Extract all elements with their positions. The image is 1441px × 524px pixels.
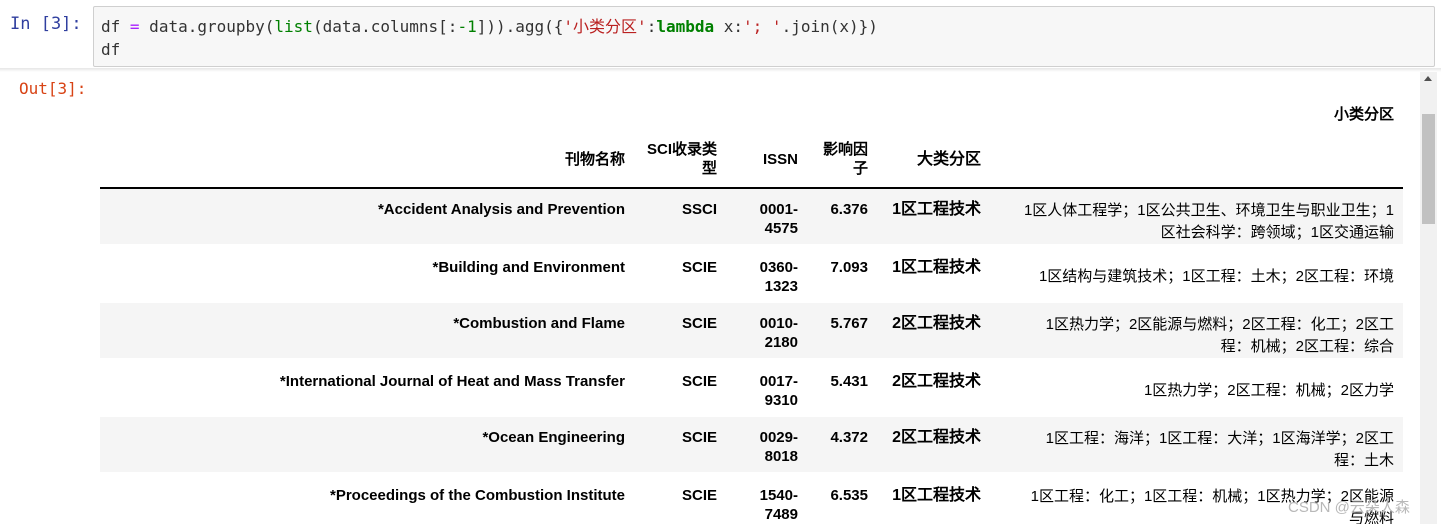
cell-name: *Ocean Engineering: [482, 429, 625, 446]
cell-impact: 4.372: [830, 429, 868, 446]
issn-part: 7489: [764, 506, 798, 523]
code-token-keyword: lambda: [656, 17, 715, 36]
cell-type: SCIE: [681, 487, 717, 504]
cell-name: *Combustion and Flame: [453, 315, 625, 332]
cell-big-zone: 2区工程技术: [892, 373, 981, 390]
code-token-operator: =: [129, 17, 140, 36]
column-header-sci-type: SCI收录类 型: [647, 140, 717, 178]
scrollbar-thumb[interactable]: [1422, 114, 1435, 224]
column-header-name: 刊物名称: [564, 151, 625, 168]
header-line: 影响因: [822, 141, 868, 158]
issn-part: 4575: [764, 220, 798, 237]
cell-impact: 6.376: [830, 201, 868, 218]
code-token: df: [101, 17, 130, 36]
code-token: ])).agg({: [476, 17, 564, 36]
cell-impact: 5.431: [830, 373, 868, 390]
small-zone-line: 1区热力学；2区能源与燃料；2区工程：化工；2区工: [1045, 316, 1394, 333]
cell-small-zone: 1区结构与建筑技术；1区工程：土木；2区工程：环境: [989, 266, 1394, 288]
column-header-big-zone: 大类分区: [916, 151, 981, 168]
cell-impact: 6.535: [830, 487, 868, 504]
cell-name: *International Journal of Heat and Mass …: [279, 373, 625, 390]
code-token: (data.columns[:: [312, 17, 458, 36]
cell-name: *Proceedings of the Combustion Institute: [329, 487, 625, 504]
issn-part: 9310: [764, 392, 798, 409]
vertical-scrollbar[interactable]: [1420, 72, 1437, 524]
table-row[interactable]: *International Journal of Heat and Mass …: [100, 361, 1403, 416]
triangle-up-icon[interactable]: [1424, 76, 1432, 81]
watermark: CSDN @云朵人森: [1288, 499, 1410, 516]
code-line-2: df: [101, 40, 121, 59]
small-zone-line: 1区结构与建筑技术；1区工程：土木；2区工程：环境: [1038, 268, 1394, 285]
issn-part: 0360-: [759, 259, 798, 276]
output-dataframe[interactable]: 小类分区 刊物名称 SCI收录类 型 ISSN 影响因 子 大类分区 *Acci…: [100, 78, 1403, 524]
output-prompt: Out[3]:: [19, 79, 87, 98]
cell-issn: 0010- 2180: [738, 314, 798, 352]
code-editor[interactable]: df = data.groupby(list(data.columns[:-1]…: [93, 6, 1435, 67]
issn-part: 1323: [764, 278, 798, 295]
cell-type: SCIE: [681, 259, 717, 276]
column-header-impact: 影响因 子: [823, 140, 868, 178]
cell-impact: 7.093: [830, 259, 868, 276]
cell-issn: 0001- 4575: [738, 200, 798, 238]
table-row[interactable]: *Accident Analysis and Prevention SSCI 0…: [100, 189, 1403, 244]
code-token: :: [646, 17, 657, 36]
cell-issn: 0029- 8018: [738, 428, 798, 466]
code-token-builtin: list: [274, 17, 313, 36]
code-token-string: '; ': [743, 17, 782, 36]
cell-big-zone: 2区工程技术: [892, 315, 981, 332]
code-token: x:: [714, 17, 744, 36]
table-row[interactable]: *Proceedings of the Combustion Institute…: [100, 475, 1403, 524]
cell-big-zone: 1区工程技术: [892, 201, 981, 218]
cell-small-zone: 1区人体工程学；1区公共卫生、环境卫生与职业卫生；1 区社会科学：跨领域；1区交通…: [989, 200, 1394, 244]
small-zone-line: 1区工程：海洋；1区工程：大洋；1区海洋学；2区工: [1045, 430, 1394, 447]
small-zone-line: 区社会科学：跨领域；1区交通运输: [1160, 224, 1394, 241]
header-line: 型: [701, 160, 717, 177]
small-zone-line: 程：机械；2区工程：综合: [1220, 338, 1394, 355]
cell-type: SCIE: [681, 373, 717, 390]
cell-name: *Building and Environment: [432, 259, 625, 276]
cell-divider: [0, 68, 1441, 72]
column-header-issn: ISSN: [762, 151, 798, 168]
input-prompt: In [3]:: [10, 14, 82, 34]
cell-type: SCIE: [681, 429, 717, 446]
code-token: .join(x)}): [781, 17, 878, 36]
small-zone-line: 1区热力学；2区工程：机械；2区力学: [1143, 382, 1394, 399]
cell-big-zone: 1区工程技术: [892, 487, 981, 504]
cell-name: *Accident Analysis and Prevention: [377, 201, 625, 218]
cell-issn: 0360- 1323: [738, 258, 798, 296]
cell-small-zone: 1区热力学；2区工程：机械；2区力学: [989, 380, 1394, 402]
cell-big-zone: 1区工程技术: [892, 259, 981, 276]
cell-issn: 0017- 9310: [738, 372, 798, 410]
column-header-small-zone: 小类分区: [1333, 106, 1394, 123]
cell-big-zone: 2区工程技术: [892, 429, 981, 446]
issn-part: 8018: [764, 448, 798, 465]
issn-part: 2180: [764, 334, 798, 351]
cell-issn: 1540- 7489: [738, 486, 798, 524]
cell-small-zone: 1区热力学；2区能源与燃料；2区工程：化工；2区工程：机械；2区工程：综合: [989, 314, 1394, 358]
cell-impact: 5.767: [830, 315, 868, 332]
header-line: SCI收录类: [646, 141, 717, 158]
cell-type: SSCI: [681, 201, 717, 218]
table-row[interactable]: *Ocean Engineering SCIE 0029- 8018 4.372 …: [100, 417, 1403, 472]
small-zone-line: 程：土木: [1333, 452, 1394, 469]
issn-part: 0010-: [759, 315, 798, 332]
code-token-number: -1: [457, 17, 477, 36]
small-zone-line: 1区人体工程学；1区公共卫生、环境卫生与职业卫生；1: [1023, 202, 1394, 219]
cell-small-zone: 1区工程：海洋；1区工程：大洋；1区海洋学；2区工程：土木: [989, 428, 1394, 472]
cell-type: SCIE: [681, 315, 717, 332]
code-token-string: '小类分区': [563, 17, 647, 36]
issn-part: 0001-: [759, 201, 798, 218]
issn-part: 0017-: [759, 373, 798, 390]
header-line: 子: [852, 160, 868, 177]
issn-part: 1540-: [759, 487, 798, 504]
code-token: data.groupby(: [139, 17, 275, 36]
table-row[interactable]: *Building and Environment SCIE 0360- 1323…: [100, 247, 1403, 302]
issn-part: 0029-: [759, 429, 798, 446]
table-row[interactable]: *Combustion and Flame SCIE 0010- 2180 5.7…: [100, 303, 1403, 358]
